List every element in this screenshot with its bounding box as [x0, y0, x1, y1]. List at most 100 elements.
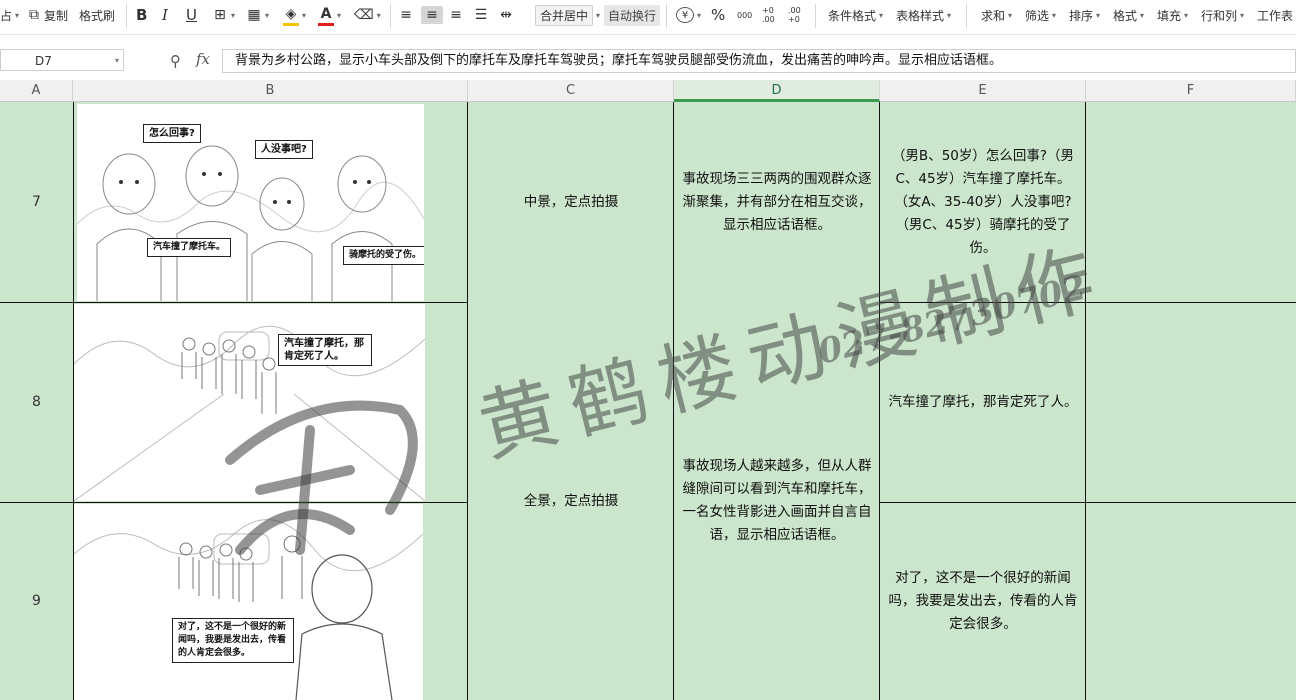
woman-back-sketch-9 — [74, 519, 423, 700]
thousands-button[interactable]: 000 — [737, 0, 752, 30]
pattern-icon: ▦ — [247, 7, 261, 23]
align-right-button[interactable]: ≡ — [448, 0, 464, 30]
insert-function-icon[interactable]: fx — [196, 50, 210, 68]
grid-line — [880, 302, 1296, 303]
fill-button[interactable]: 填充 ▾ — [1157, 0, 1188, 30]
merge-center-label: 合并居中 — [535, 4, 594, 26]
filter-button[interactable]: 筛选 ▾ — [1025, 0, 1056, 30]
grid-line — [0, 502, 468, 503]
increase-decimal-button[interactable]: +0 .00 — [762, 0, 780, 30]
sum-label: 求和 — [981, 8, 1006, 23]
column-header-e[interactable]: E — [880, 80, 1086, 102]
grid-line — [879, 102, 880, 700]
speech-bubble-7c: 汽车撞了摩托车。 — [147, 238, 232, 257]
sum-button[interactable]: 求和 ▾ — [981, 0, 1012, 30]
cell-fill-pattern-button[interactable]: ▦ ▾ — [246, 0, 269, 30]
paint-bucket-icon: ◈ — [283, 5, 299, 26]
cell-e7[interactable]: （男B、50岁）怎么回事?（男C、45岁）汽车撞了摩托车。（女A、35-40岁）… — [880, 102, 1086, 302]
filter-label: 筛选 — [1025, 8, 1050, 23]
align-right-icon: ≡ — [450, 7, 462, 23]
conditional-format-label: 条件格式 — [828, 8, 877, 23]
underline-label: U — [186, 6, 197, 24]
wrap-text-button[interactable]: 自动换行 — [604, 0, 661, 30]
align-left-icon: ≡ — [400, 7, 412, 23]
currency-icon: ¥ — [676, 7, 694, 23]
distribute-icon: ⇹ — [500, 7, 512, 23]
paste-button[interactable]: 占 ▾ — [0, 0, 19, 30]
cell-e9[interactable]: 对了，这不是一个很好的新闻吗，我要是发出去，传看的人肯定会很多。 — [880, 502, 1086, 700]
speech-bubble-8: 汽车撞了摩托，那肯定死了人。 — [278, 334, 372, 366]
align-center-button[interactable]: ≡ — [421, 0, 443, 30]
bold-button[interactable]: B — [136, 0, 147, 30]
chevron-down-icon[interactable]: ▾ — [115, 50, 119, 72]
justify-icon: ☰ — [474, 7, 488, 23]
cell-c7[interactable]: 中景，定点拍摄 — [468, 102, 674, 302]
storyboard-image-9: 对了，这不是一个很好的新闻吗，我要是发出去，传看的人肯定会很多。 — [74, 504, 423, 700]
grid-line — [0, 302, 468, 303]
row-col-button[interactable]: 行和列 ▾ — [1201, 0, 1244, 30]
format-button[interactable]: 格式 ▾ — [1113, 0, 1144, 30]
table-style-label: 表格样式 — [896, 8, 945, 23]
percent-button[interactable]: % — [711, 0, 725, 30]
border-icon: ⊞ — [214, 7, 226, 23]
worksheet-label: 工作表 — [1257, 8, 1294, 23]
cell-d8-merged[interactable]: 事故现场人越来越多，但从人群缝隙间可以看到汽车和摩托车，一名女性背影进入画面并自… — [674, 302, 880, 700]
cell-c8-merged[interactable]: 全景，定点拍摄 — [468, 302, 674, 700]
distribute-button[interactable]: ⇹ — [498, 0, 514, 30]
speech-bubble-7a: 怎么回事? — [143, 124, 201, 143]
grid-line — [73, 102, 74, 700]
grid-line — [880, 502, 1296, 503]
cell-e8[interactable]: 汽车撞了摩托，那肯定死了人。 — [880, 302, 1086, 502]
conditional-format-button[interactable]: 条件格式 ▾ — [828, 0, 883, 30]
cell-d7[interactable]: 事故现场三三两两的围观群众逐渐聚集，并有部分在相互交谈，显示相应话语框。 — [674, 102, 880, 302]
increase-decimal-label: +0 .00 — [762, 6, 775, 24]
zoom-search-icon[interactable]: ⚲ — [170, 52, 181, 70]
row-header-9[interactable]: 9 — [0, 502, 73, 700]
merge-center-button[interactable]: 合并居中 ▾ — [535, 0, 600, 30]
cell-reference: D7 — [35, 54, 52, 68]
speech-bubble-7d: 骑摩托的受了伤。 — [343, 246, 424, 265]
align-left-button[interactable]: ≡ — [398, 0, 414, 30]
format-painter-button[interactable]: 格式刷 — [79, 0, 115, 30]
cell-f9[interactable] — [1086, 502, 1296, 700]
currency-button[interactable]: ¥ ▾ — [676, 0, 701, 30]
fill-label: 填充 — [1157, 8, 1182, 23]
font-color-button[interactable]: A ▾ — [318, 0, 341, 30]
formula-input[interactable]: 背景为乡村公路，显示小车头部及倒下的摩托车及摩托车驾驶员；摩托车驾驶员腿部受伤流… — [222, 49, 1296, 73]
cell-f8[interactable] — [1086, 302, 1296, 502]
row-col-label: 行和列 — [1201, 8, 1238, 23]
sort-button[interactable]: 排序 ▾ — [1069, 0, 1100, 30]
grid-line — [467, 102, 468, 700]
eraser-icon: ⌫ — [354, 7, 374, 23]
decrease-decimal-button[interactable]: .00 +0 — [788, 0, 806, 30]
worksheet-button[interactable]: 工作表 — [1257, 0, 1293, 30]
storyboard-image-7: 怎么回事? 人没事吧? 汽车撞了摩托车。 骑摩托的受了伤。 — [77, 104, 424, 301]
table-style-button[interactable]: 表格样式 ▾ — [896, 0, 951, 30]
column-header-b[interactable]: B — [73, 80, 468, 102]
percent-label: % — [711, 6, 726, 24]
border-button[interactable]: ⊞ ▾ — [212, 0, 235, 30]
underline-button[interactable]: U — [186, 0, 197, 30]
grid-line — [673, 102, 674, 700]
thousands-label: 000 — [737, 10, 753, 20]
justify-button[interactable]: ☰ — [473, 0, 489, 30]
wrap-text-label: 自动换行 — [604, 4, 661, 26]
fill-color-button[interactable]: ◈ ▾ — [283, 0, 306, 30]
column-header-a[interactable]: A — [0, 80, 73, 102]
row-header-7[interactable]: 7 — [0, 102, 73, 302]
italic-button[interactable]: I — [162, 0, 168, 30]
clear-button[interactable]: ⌫ ▾ — [354, 0, 381, 30]
copy-button[interactable]: ⧉ 复制 — [26, 0, 68, 30]
bold-label: B — [136, 6, 148, 24]
decrease-decimal-label: .00 +0 — [788, 6, 801, 24]
row-header-8[interactable]: 8 — [0, 302, 73, 502]
cell-f7[interactable] — [1086, 102, 1296, 302]
align-center-icon: ≡ — [421, 6, 443, 24]
font-color-icon: A — [318, 5, 334, 26]
copy-label: 复制 — [44, 8, 69, 23]
column-header-c[interactable]: C — [468, 80, 674, 102]
column-header-d[interactable]: D — [674, 80, 880, 102]
formula-bar: D7 ▾ ⚲ fx 背景为乡村公路，显示小车头部及倒下的摩托车及摩托车驾驶员；摩… — [0, 44, 1296, 78]
name-box[interactable]: D7 ▾ — [0, 49, 124, 71]
column-header-f[interactable]: F — [1086, 80, 1296, 102]
